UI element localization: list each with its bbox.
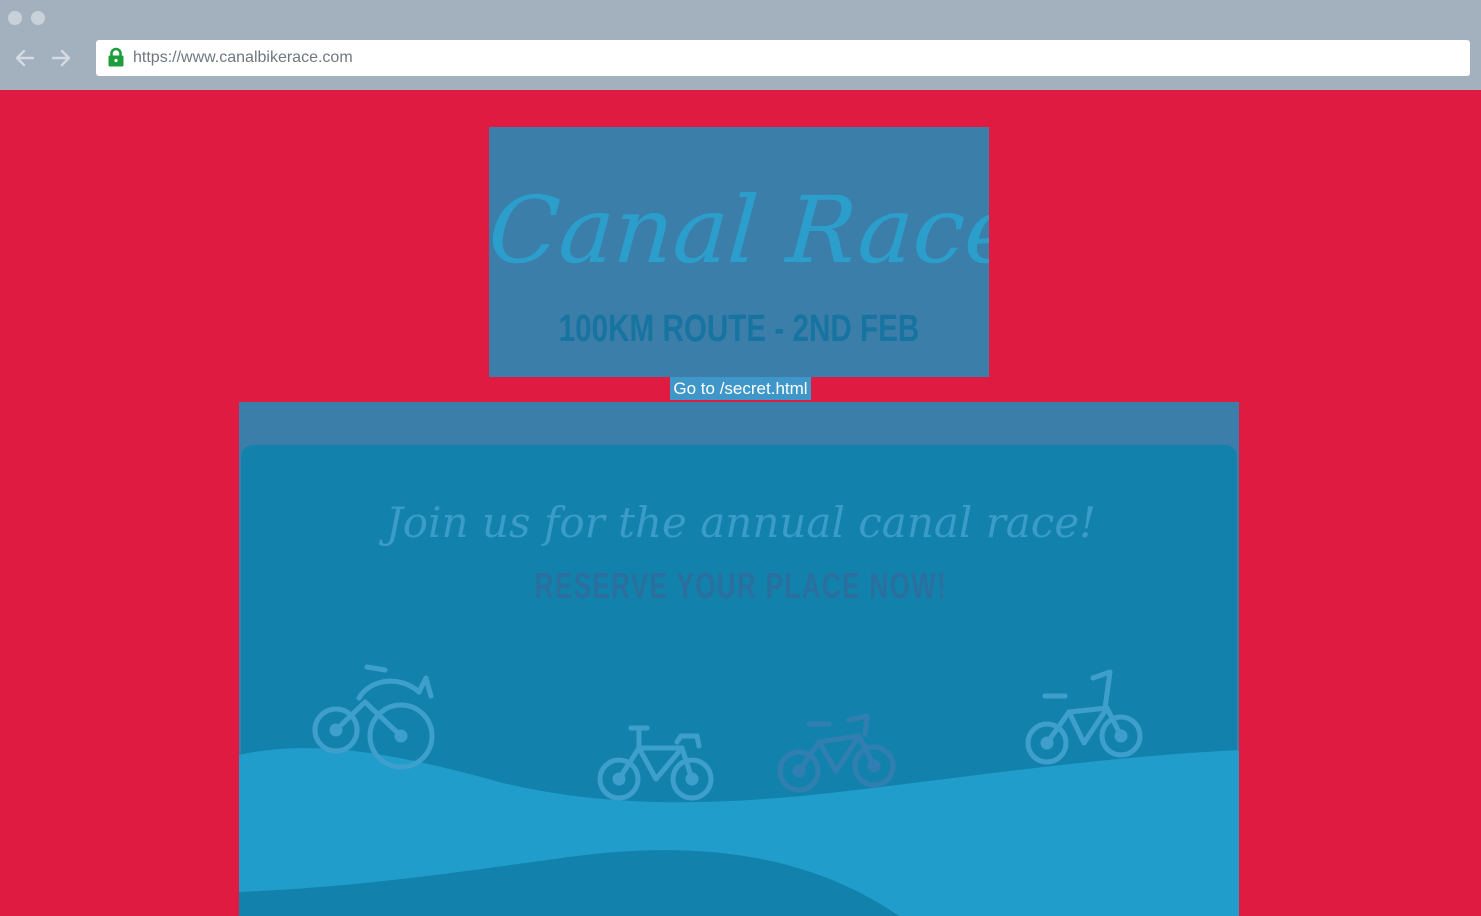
forward-button[interactable] [47, 44, 75, 72]
bicycle-icon [597, 725, 714, 801]
hero-card: Canal Race 100KM ROUTE - 2ND FEB [489, 127, 989, 377]
hero-subtitle: 100KM ROUTE - 2ND FEB [558, 308, 920, 350]
banner-illustration [239, 664, 1239, 916]
hero-title: Canal Race [489, 177, 989, 284]
address-bar[interactable]: https://www.canalbikerace.com [96, 40, 1470, 76]
browser-chrome: https://www.canalbikerace.com [0, 0, 1481, 90]
kids-bike-icon [1025, 669, 1143, 765]
mountain-bike-icon [777, 713, 896, 793]
window-control-dot[interactable] [31, 11, 45, 25]
arrow-right-icon [51, 49, 71, 67]
tricycle-icon [312, 664, 435, 770]
window-control-dot[interactable] [8, 11, 22, 25]
url-text: https://www.canalbikerace.com [133, 49, 353, 66]
secret-page-link[interactable]: Go to /secret.html [670, 377, 811, 400]
arrow-left-icon [15, 49, 35, 67]
event-banner: Join us for the annual canal race! RESER… [239, 402, 1239, 916]
lock-icon [108, 47, 124, 67]
back-button[interactable] [11, 44, 39, 72]
